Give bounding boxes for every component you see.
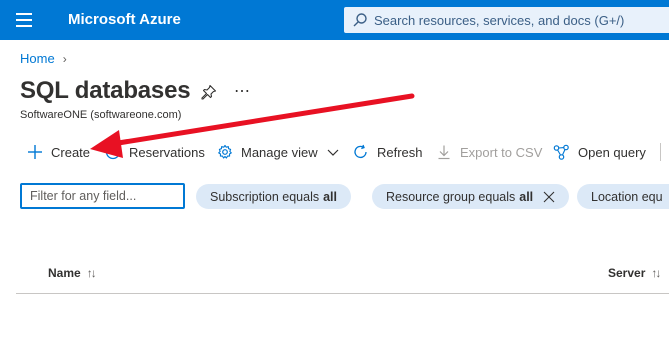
- create-label: Create: [51, 144, 91, 160]
- resource-group-filter-pill[interactable]: Resource group equals all: [372, 184, 570, 209]
- brand-title[interactable]: Microsoft Azure: [68, 11, 181, 28]
- refresh-icon: [354, 144, 367, 158]
- resource-group-filter-label: Resource group equals: [386, 189, 516, 204]
- sort-icon: ↑↓: [651, 266, 661, 280]
- clock-icon: [105, 144, 121, 160]
- export-csv-button[interactable]: Export to CSV: [436, 142, 542, 162]
- chevron-right-icon: ›: [62, 52, 67, 66]
- plus-icon: [28, 145, 42, 159]
- top-bar: Microsoft Azure Search resources, servic…: [0, 0, 669, 40]
- column-header-name-label: Name: [48, 266, 81, 280]
- column-header-server[interactable]: Server ↑↓: [608, 266, 661, 280]
- query-graph-icon: [553, 144, 569, 160]
- annotation-arrow-icon: [90, 93, 415, 158]
- resource-group-filter-value: all: [519, 189, 534, 204]
- create-button[interactable]: Create: [27, 142, 90, 162]
- subscription-filter-pill[interactable]: Subscription equals all: [196, 184, 352, 209]
- refresh-label: Refresh: [377, 144, 423, 160]
- subscription-filter-value: all: [323, 189, 338, 204]
- breadcrumb-home-link[interactable]: Home: [20, 51, 55, 66]
- grid-header-divider: [16, 293, 669, 294]
- subscription-filter-label: Subscription equals: [210, 189, 320, 204]
- search-placeholder: Search resources, services, and docs (G+…: [374, 13, 625, 28]
- export-csv-label: Export to CSV: [460, 144, 543, 160]
- refresh-button[interactable]: Refresh: [353, 142, 423, 162]
- manage-view-button[interactable]: Manage view: [217, 142, 340, 162]
- chevron-down-icon: [327, 149, 339, 156]
- manage-view-label: Manage view: [241, 144, 318, 160]
- global-search-box[interactable]: Search resources, services, and docs (G+…: [344, 7, 669, 33]
- command-bar-divider: [660, 143, 661, 161]
- download-icon: [438, 145, 450, 160]
- breadcrumb: Home ›: [20, 51, 67, 66]
- reservations-button[interactable]: Reservations: [105, 142, 205, 162]
- hamburger-menu-icon[interactable]: [16, 13, 32, 27]
- column-header-server-label: Server: [608, 266, 646, 280]
- pin-icon[interactable]: [201, 84, 217, 100]
- page-title: SQL databases: [20, 77, 191, 104]
- more-options-icon[interactable]: ⋯: [234, 81, 251, 101]
- column-header-name[interactable]: Name ↑↓: [48, 266, 97, 280]
- location-filter-pill[interactable]: Location equ: [577, 184, 669, 209]
- close-icon[interactable]: [543, 191, 555, 203]
- page-subtitle: SoftwareONE (softwareone.com): [20, 109, 182, 121]
- open-query-button[interactable]: Open query: [553, 142, 646, 162]
- gear-icon: [218, 144, 232, 159]
- filter-input[interactable]: [20, 183, 185, 209]
- search-icon: [353, 13, 367, 27]
- location-filter-label: Location equ: [591, 189, 663, 204]
- reservations-label: Reservations: [129, 144, 205, 160]
- open-query-label: Open query: [578, 144, 646, 160]
- sort-icon: ↑↓: [86, 266, 97, 280]
